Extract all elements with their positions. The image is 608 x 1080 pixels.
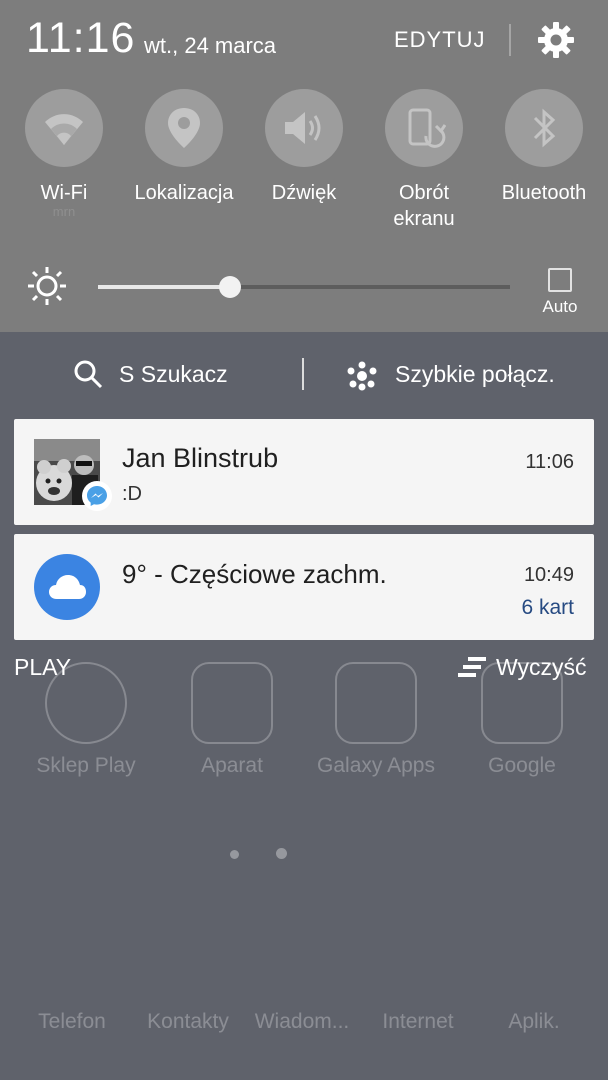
notification-title: Jan Blinstrub (122, 443, 279, 473)
cloud-icon (49, 575, 86, 599)
notification-card-count: 6 kart (521, 596, 574, 619)
location-icon (168, 108, 200, 148)
home-icon-label: Aparat (201, 754, 263, 777)
bluetooth-icon (533, 108, 556, 148)
toggle-bluetooth[interactable]: Bluetooth (484, 89, 604, 206)
brightness-slider-fill (98, 285, 230, 289)
auto-brightness-label: Auto (542, 297, 578, 316)
home-icon-label: Aplik. (508, 1010, 560, 1033)
wifi-icon (45, 114, 83, 145)
home-icon-label: Galaxy Apps (317, 754, 435, 777)
toggle-wifi-label: Wi-Fi (40, 182, 88, 204)
clear-notifications-button[interactable]: Wyczyść (458, 654, 598, 682)
home-icon-galaxy-apps: Galaxy Apps (316, 662, 436, 778)
header-divider (509, 24, 511, 56)
rotation-toggle-circle[interactable] (385, 89, 463, 167)
home-icon-label: Kontakty (147, 1010, 229, 1033)
notification-messenger[interactable]: Jan Blinstrub :D 11:06 (14, 419, 594, 525)
clear-notifications-label: Wyczyść (496, 654, 587, 680)
s-finder-button[interactable]: S Szukacz (119, 361, 228, 388)
home-icon-label: Telefon (38, 1010, 106, 1033)
notification-time: 11:06 (525, 451, 574, 473)
toggle-wifi-network: mrn (52, 204, 76, 219)
home-icon-label: Sklep Play (36, 754, 136, 777)
quick-settings-panel: 11:16 wt., 24 marca EDYTUJ Wi-Fi mrn Lok… (0, 0, 608, 332)
home-icon-wiadomosci: Wiadom... (242, 922, 362, 1034)
bluetooth-toggle-circle[interactable] (505, 89, 583, 167)
brightness-icon (28, 267, 66, 305)
toggle-sound-label: Dźwięk (271, 182, 337, 204)
notification-weather[interactable]: 9° - Częściowe zachm. 10:49 6 kart (14, 534, 594, 640)
home-icon-telefon: Telefon (12, 922, 132, 1034)
app-label-play: PLAY (14, 654, 72, 680)
sound-toggle-circle[interactable] (265, 89, 343, 167)
edit-button[interactable]: EDYTUJ (394, 27, 486, 53)
quick-connect-icon[interactable] (346, 360, 378, 392)
brightness-slider-thumb[interactable] (219, 276, 241, 298)
toggle-rotation-label: Obrót ekranu (393, 182, 455, 230)
home-icon-label: Google (488, 754, 556, 777)
toggle-location[interactable]: Lokalizacja (124, 89, 244, 206)
notification-title: 9° - Częściowe zachm. (122, 559, 387, 589)
quick-connect-button[interactable]: Szybkie połącz. (395, 361, 555, 388)
page-indicator-dot-active (276, 848, 287, 859)
gear-icon[interactable] (536, 20, 576, 60)
home-icon-aplikacje: Aplik. (474, 922, 594, 1034)
weather-app-icon (34, 554, 100, 620)
location-toggle-circle[interactable] (145, 89, 223, 167)
home-icon-aparat: Aparat (172, 662, 292, 778)
status-clock: 11:16 (26, 14, 136, 62)
rotate-icon (408, 108, 446, 148)
toggle-rotation[interactable]: Obrót ekranu (364, 89, 484, 232)
home-icon-label: Internet (382, 1010, 454, 1033)
toggle-bluetooth-label: Bluetooth (501, 182, 587, 204)
home-icon-label: Wiadom... (254, 1010, 350, 1033)
status-date: wt., 24 marca (144, 33, 277, 58)
toggle-sound[interactable]: Dźwięk (244, 89, 364, 206)
search-connect-row: S Szukacz Szybkie połącz. (0, 350, 608, 400)
page-indicator-dot (230, 850, 239, 859)
wifi-toggle-circle[interactable] (25, 89, 103, 167)
toggle-wifi[interactable]: Wi-Fi mrn (4, 89, 124, 219)
brightness-slider[interactable] (98, 276, 510, 298)
row-divider (302, 358, 304, 390)
toggle-location-label: Lokalizacja (134, 182, 234, 204)
notification-time: 10:49 (523, 564, 574, 586)
notification-text: :D (122, 483, 142, 505)
home-icon-internet: Internet (358, 922, 478, 1034)
clear-all-icon (458, 657, 486, 677)
volume-icon (285, 112, 321, 144)
messenger-icon (87, 486, 107, 506)
home-icon-kontakty: Kontakty (128, 922, 248, 1034)
search-icon[interactable] (72, 358, 104, 390)
auto-brightness-checkbox[interactable] (548, 268, 572, 292)
messenger-app-badge (82, 481, 112, 511)
